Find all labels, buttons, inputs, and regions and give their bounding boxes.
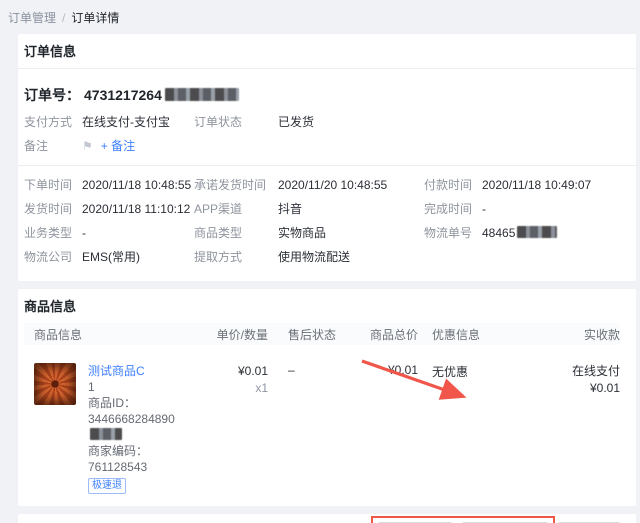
breadcrumb-order-management[interactable]: 订单管理 xyxy=(8,11,56,25)
order-info-title: 订单信息 xyxy=(24,34,620,68)
order-number: 订单号：4731217264 xyxy=(24,86,620,104)
field-label: 下单时间 xyxy=(24,177,72,194)
order-status-label: 订单状态 xyxy=(194,114,268,131)
field-label: 业务类型 xyxy=(24,225,72,242)
col-received: 实收款 xyxy=(534,326,620,343)
order-detail-grid: 下单时间 2020/11/18 10:48:55 承诺发货时间 2020/11/… xyxy=(24,166,620,281)
product-id-label: 商品ID： xyxy=(88,396,136,410)
breadcrumb: 订单管理 / 订单详情 xyxy=(0,0,640,34)
finish-time-field: 完成时间 - xyxy=(424,201,620,218)
product-id-redacted xyxy=(90,428,122,440)
field-label: 承诺发货时间 xyxy=(194,177,268,194)
field-value: 抖音 xyxy=(278,201,302,218)
flag-icon[interactable]: ⚑ xyxy=(82,138,93,155)
breadcrumb-separator: / xyxy=(62,11,65,25)
field-label: 物流公司 xyxy=(24,249,72,266)
order-number-redacted xyxy=(165,88,239,101)
pickup-method-field: 提取方式 使用物流配送 xyxy=(194,249,424,266)
received-cell: 在线支付 ¥0.01 xyxy=(534,363,620,494)
payment-method-value: 在线支付-支付宝 xyxy=(82,114,170,131)
field-label: 发货时间 xyxy=(24,201,72,218)
tracking-number-field: 物流单号 48465 xyxy=(424,225,620,242)
product-id-line: 商品ID： 3446668284890 xyxy=(88,395,190,443)
pay-time-field: 付款时间 2020/11/18 10:49:07 xyxy=(424,177,620,194)
product-table-header: 商品信息 单价/数量 售后状态 商品总价 优惠信息 实收款 xyxy=(24,323,620,345)
order-detail-page: 订单管理/订单详情 订单信息 订单号：4731217264 支付方式 在线支付-… xyxy=(0,0,640,523)
aftersale-cell: – xyxy=(268,363,364,494)
add-remark-link[interactable]: + 备注 xyxy=(101,138,135,155)
product-row: 测试商品C 1 商品ID： 3446668284890 商家编码： 76112854… xyxy=(24,345,620,506)
order-info-card: 订单信息 订单号：4731217264 支付方式 在线支付-支付宝 订单状态 已… xyxy=(18,34,636,281)
app-channel-field: APP渠道 抖音 xyxy=(194,201,424,218)
merchant-code-label: 商家编码： xyxy=(88,444,148,458)
payment-status-row: 支付方式 在线支付-支付宝 订单状态 已发货 xyxy=(24,114,620,131)
field-value: - xyxy=(82,225,86,242)
field-label: 付款时间 xyxy=(424,177,472,194)
order-status-badge: 已发货 xyxy=(278,114,314,131)
product-meta: 测试商品C 1 商品ID： 3446668284890 商家编码： 76112854… xyxy=(88,363,190,494)
field-value: 48465 xyxy=(482,225,557,242)
field-value: 实物商品 xyxy=(278,225,326,242)
product-cell: 测试商品C 1 商品ID： 3446668284890 商家编码： 76112854… xyxy=(24,363,190,494)
merchant-code-line: 商家编码： 761128543 xyxy=(88,443,190,475)
product-type-field: 商品类型 实物商品 xyxy=(194,225,424,242)
col-total-price: 商品总价 xyxy=(364,326,418,343)
field-value: 2020/11/18 10:49:07 xyxy=(482,177,591,194)
quantity: x1 xyxy=(190,380,268,397)
merchant-code-value: 761128543 xyxy=(88,460,147,474)
promise-ship-time-field: 承诺发货时间 2020/11/20 10:48:55 xyxy=(194,177,424,194)
col-price-qty: 单价/数量 xyxy=(190,326,268,343)
col-aftersale-status: 售后状态 xyxy=(268,326,364,343)
product-name-link[interactable]: 测试商品C xyxy=(88,363,190,379)
product-info-title: 商品信息 xyxy=(24,289,620,323)
field-value: 2020/11/18 11:10:12 xyxy=(82,201,190,218)
field-value: EMS(常用) xyxy=(82,249,140,266)
order-number-label: 订单号： xyxy=(24,87,80,103)
price-qty-cell: ¥0.01 x1 xyxy=(190,363,268,494)
field-value: - xyxy=(482,201,486,218)
remark-label: 备注 xyxy=(24,138,72,155)
divider xyxy=(18,68,636,69)
tracking-number-redacted xyxy=(517,226,557,238)
field-label: APP渠道 xyxy=(194,201,268,218)
remark-field: 备注 ⚑ + 备注 xyxy=(24,138,194,155)
ship-time-field: 发货时间 2020/11/18 11:10:12 xyxy=(24,201,194,218)
payment-method-field: 支付方式 在线支付-支付宝 xyxy=(24,114,194,131)
field-label: 商品类型 xyxy=(194,225,268,242)
remark-row: 备注 ⚑ + 备注 xyxy=(24,138,620,155)
order-time-field: 下单时间 2020/11/18 10:48:55 xyxy=(24,177,194,194)
field-label: 完成时间 xyxy=(424,201,472,218)
breadcrumb-order-detail: 订单详情 xyxy=(71,11,119,25)
discount-cell: 无优惠 xyxy=(418,363,534,494)
field-label: 物流单号 xyxy=(424,225,472,242)
logistics-company-field: 物流公司 EMS(常用) xyxy=(24,249,194,266)
field-value: 2020/11/18 10:48:55 xyxy=(82,177,191,194)
field-value: 2020/11/20 10:48:55 xyxy=(278,177,387,194)
order-status-field: 订单状态 已发货 xyxy=(194,114,620,131)
business-type-field: 业务类型 - xyxy=(24,225,194,242)
col-discount-info: 优惠信息 xyxy=(418,326,534,343)
order-number-value: 4731217264 xyxy=(84,87,162,103)
delivery-info-header: 收货信息 查看新地址 查看下单地址 联系买家 xyxy=(24,514,620,523)
fast-refund-tag: 极速退 xyxy=(88,478,126,494)
product-id-value: 3446668284890 xyxy=(88,412,175,426)
payment-method-label: 支付方式 xyxy=(24,114,72,131)
received-amount: ¥0.01 xyxy=(534,380,620,397)
field-value: 使用物流配送 xyxy=(278,249,350,266)
unit-price: ¥0.01 xyxy=(190,363,268,380)
delivery-info-card: 收货信息 查看新地址 查看下单地址 联系买家 收货人 *** 联系方式 *** xyxy=(18,514,636,523)
pay-type: 在线支付 xyxy=(534,363,620,380)
product-image[interactable] xyxy=(34,363,76,405)
field-label: 提取方式 xyxy=(194,249,268,266)
product-info-card: 商品信息 商品信息 单价/数量 售后状态 商品总价 优惠信息 实收款 测试商品C… xyxy=(18,289,636,506)
product-spec: 1 xyxy=(88,379,190,395)
total-price-cell: ¥0.01 xyxy=(364,363,418,494)
col-product-info: 商品信息 xyxy=(24,326,190,343)
